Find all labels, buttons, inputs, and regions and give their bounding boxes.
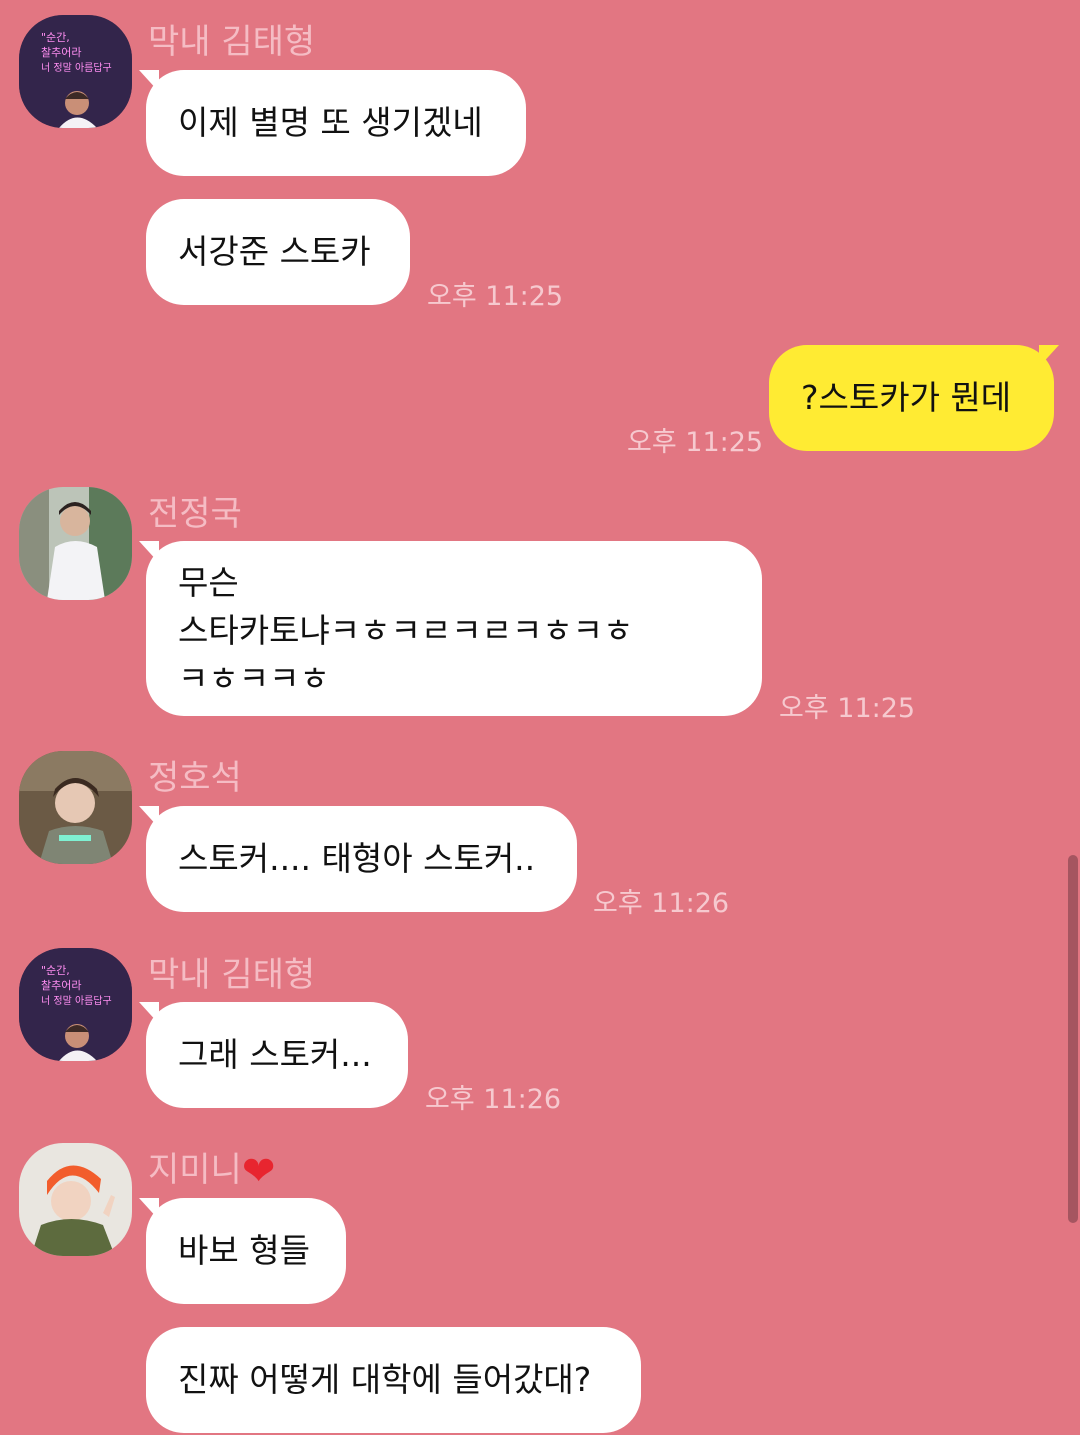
neon-text-3: 너 정말 아름답구 [41,62,112,74]
neon-text-2: 찰추어라 [41,979,81,992]
avatar-hoseok[interactable] [19,751,132,864]
sender-name: 정호석 [148,758,242,798]
sender-name-row: 지미니❤ [148,1142,275,1195]
neon-text-3: 너 정말 아름답구 [41,995,112,1007]
message-text: 이제 별명 또 생기겠네 [178,103,483,142]
avatar-taehyung[interactable]: "순간, 찰추어라 너 정말 아름답구 [19,948,132,1061]
message-bubble[interactable]: 진짜 어떻게 대학에 들어갔대? [146,1327,641,1433]
message-bubble[interactable]: 서강준 스토카 [146,199,410,305]
message-timestamp: 오후 11:25 [779,693,916,724]
sender-name: 막내 김태형 [148,955,316,995]
sender-name: 막내 김태형 [148,22,316,62]
scrollbar[interactable] [1068,855,1078,1223]
message-text-line: ㅋㅎㅋㅋㅎ [178,659,330,698]
avatar-jimin[interactable] [19,1143,132,1256]
message-text-line: 무슨 [178,563,239,602]
neon-text-2: 찰추어라 [41,46,81,59]
message-text: 바보 형들 [178,1231,310,1270]
message-text: 스토커.... 태형아 스토커.. [178,839,536,878]
message-text: 진짜 어떻게 대학에 들어갔대? [178,1360,592,1399]
my-message-bubble[interactable]: ?스토카가 뭔데 [769,345,1054,451]
neon-text-1: "순간, [41,964,70,977]
neon-sign-avatar-icon: "순간, 찰추어라 너 정말 아름답구 [19,15,132,128]
message-bubble[interactable]: 그래 스토커... [146,1002,408,1108]
sender-name: 전정국 [148,494,242,534]
person-photo-avatar-icon [19,487,132,600]
message-bubble[interactable]: 바보 형들 [146,1198,346,1304]
message-bubble[interactable]: 스토커.... 태형아 스토커.. [146,806,577,912]
avatar-jungkook[interactable] [19,487,132,600]
message-bubble[interactable]: 무슨 스타카토냐ㅋㅎㅋㄹㅋㄹㅋㅎㅋㅎ ㅋㅎㅋㅋㅎ [146,541,762,716]
message-timestamp: 오후 11:26 [593,888,730,919]
person-photo-avatar-icon [19,751,132,864]
message-bubble[interactable]: 이제 별명 또 생기겠네 [146,70,526,176]
message-text: ?스토카가 뭔데 [801,378,1012,417]
message-timestamp: 오후 11:25 [627,427,764,458]
orange-hair-avatar-icon [19,1143,132,1256]
message-text-line: 스타카토냐ㅋㅎㅋㄹㅋㄹㅋㅎㅋㅎ [178,611,634,650]
message-timestamp: 오후 11:25 [427,281,564,312]
neon-text-1: "순간, [41,31,70,44]
message-text: 그래 스토커... [178,1035,372,1074]
sender-name: 지미니 [148,1150,242,1190]
avatar-taehyung[interactable]: "순간, 찰추어라 너 정말 아름답구 [19,15,132,128]
heart-emoji-icon: ❤ [241,1148,276,1195]
bubble-tail [1039,345,1059,367]
message-text: 서강준 스토카 [178,232,371,271]
neon-sign-avatar-icon: "순간, 찰추어라 너 정말 아름답구 [19,948,132,1061]
message-timestamp: 오후 11:26 [425,1084,562,1115]
